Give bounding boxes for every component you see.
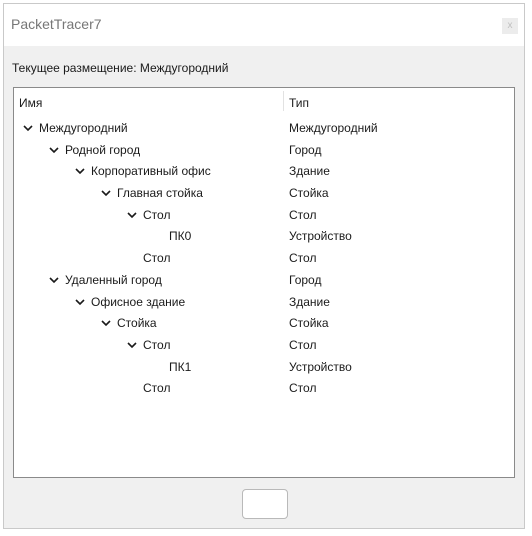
tree-rows: Междугородний Междугородний Родной город Го… bbox=[14, 118, 514, 400]
dialog-window: PacketTracer7 x Текущее размещение: Межд… bbox=[3, 3, 525, 529]
tree-row[interactable]: Стойка Стойка bbox=[14, 313, 514, 335]
tree-row-type: Стол bbox=[289, 207, 317, 222]
tree-row-type: Город bbox=[289, 142, 322, 157]
tree-row-type: Устройство bbox=[289, 359, 352, 374]
tree-row-type: Стол bbox=[289, 381, 317, 396]
tree-row-name: Стол bbox=[143, 337, 171, 352]
tree-row-name: Стол bbox=[143, 381, 171, 396]
tree-row[interactable]: Корпоративный офис Здание bbox=[14, 161, 514, 183]
tree-row-type: Город bbox=[289, 272, 322, 287]
chevron-down-icon[interactable] bbox=[74, 296, 86, 308]
chevron-down-icon[interactable] bbox=[126, 339, 138, 351]
chevron-down-icon[interactable] bbox=[100, 187, 112, 199]
column-header-type[interactable]: Тип bbox=[289, 96, 309, 110]
location-tree: Имя Тип Междугородний Междугородний Родной… bbox=[13, 87, 515, 478]
tree-row-type: Междугородний bbox=[289, 121, 378, 135]
tree-row-type: Здание bbox=[289, 294, 330, 309]
tree-row[interactable]: ПК0 Устройство bbox=[14, 226, 514, 248]
tree-row-name: ПК0 bbox=[169, 229, 192, 244]
column-header-name[interactable]: Имя bbox=[19, 96, 42, 110]
tree-row-name: Главная стойка bbox=[117, 186, 203, 201]
tree-row-name: Офисное здание bbox=[91, 294, 186, 309]
tree-row[interactable]: Удаленный город Город bbox=[14, 270, 514, 292]
chevron-down-icon[interactable] bbox=[48, 274, 60, 286]
tree-row[interactable]: Междугородний Междугородний bbox=[14, 118, 514, 140]
tree-row[interactable]: Главная стойка Стойка bbox=[14, 183, 514, 205]
tree-row[interactable]: Офисное здание Здание bbox=[14, 292, 514, 314]
chevron-down-icon[interactable] bbox=[74, 165, 86, 177]
window-title: PacketTracer7 bbox=[11, 16, 102, 32]
chevron-down-icon[interactable] bbox=[126, 209, 138, 221]
close-button[interactable]: x bbox=[502, 18, 518, 34]
tree-row[interactable]: Стол Стол bbox=[14, 378, 514, 400]
chevron-down-icon[interactable] bbox=[22, 122, 34, 134]
chevron-down-icon[interactable] bbox=[100, 317, 112, 329]
tree-row-name: Корпоративный офис bbox=[91, 164, 211, 179]
chevron-down-icon[interactable] bbox=[48, 144, 60, 156]
tree-header: Имя Тип bbox=[14, 88, 514, 112]
tree-row-name: Родной город bbox=[65, 142, 141, 157]
tree-row-type: Стойка bbox=[289, 186, 329, 201]
tree-row[interactable]: Родной город Город bbox=[14, 140, 514, 162]
tree-row-type: Стол bbox=[289, 251, 317, 266]
current-location-label: Текущее размещение: Междугородний bbox=[12, 61, 229, 75]
tree-row[interactable]: Стол Стол bbox=[14, 205, 514, 227]
ok-button[interactable] bbox=[242, 489, 288, 519]
tree-row-name: Удаленный город bbox=[65, 272, 162, 287]
column-divider[interactable] bbox=[283, 91, 284, 111]
tree-row-name: Междугородний bbox=[39, 121, 128, 135]
tree-row-name: Стол bbox=[143, 251, 171, 266]
tree-row-type: Стойка bbox=[289, 316, 329, 331]
tree-row[interactable]: ПК1 Устройство bbox=[14, 357, 514, 379]
tree-row-name: Стол bbox=[143, 207, 171, 222]
tree-row-type: Стол bbox=[289, 337, 317, 352]
tree-row[interactable]: Стол Стол bbox=[14, 248, 514, 270]
tree-row-name: Стойка bbox=[117, 316, 157, 331]
tree-row-name: ПК1 bbox=[169, 359, 192, 374]
tree-row-type: Здание bbox=[289, 164, 330, 179]
tree-row-type: Устройство bbox=[289, 229, 352, 244]
title-bar: PacketTracer7 x bbox=[4, 4, 524, 46]
tree-row[interactable]: Стол Стол bbox=[14, 335, 514, 357]
